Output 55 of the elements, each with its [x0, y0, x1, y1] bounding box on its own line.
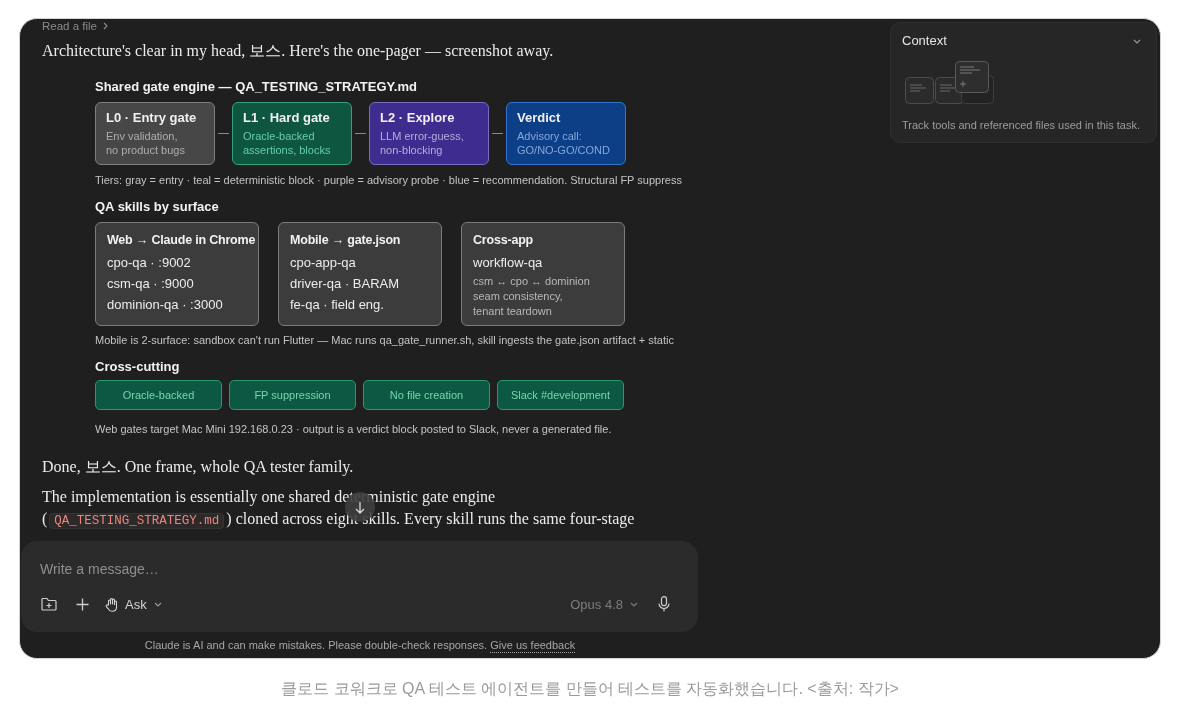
arrow-down-icon [355, 500, 365, 514]
skill-detail: seam consistency, [473, 288, 564, 304]
skill-name: cpo-qa · :9002 [107, 253, 192, 272]
skill-name: cpo-app-qa [290, 253, 357, 272]
section-title: Shared gate engine — QA_TESTING_STRATEGY.md [95, 78, 418, 95]
folder-plus-icon [41, 597, 57, 611]
stage-title: L1 · Hard gate [243, 109, 331, 126]
model-button[interactable]: Opus 4.8 [570, 590, 638, 618]
feature-tag: No file creation [363, 379, 490, 410]
section-note: Tiers: gray = entry · teal = deterministic block · purple = advisory probe · blue = recommendation. Structural FP suppress [95, 172, 683, 187]
message-text: Done, 보스. One frame, whole QA tester family. [42, 456, 354, 477]
section-note: Mobile is 2-surface: sandbox can't run Flutter — Mac runs qa_gate_runner.sh, skill ingests the gate.json artifact + static [95, 332, 675, 347]
chevron-right-icon [103, 22, 108, 30]
card-title: Mobile → gate.json [290, 231, 401, 248]
chevron-down-icon [153, 601, 162, 607]
skill-name: dominion-qa · :3000 [107, 295, 224, 314]
feature-tag: Oracle-backed [95, 379, 222, 410]
stage-detail: Oracle-backed assertions, blocks [243, 128, 332, 157]
section-title: Cross-cutting [95, 358, 181, 375]
section-note: Web gates target Mac Mini 192.168.0.23 · output is a verdict block posted to Slack, never a generated file. [95, 421, 613, 436]
panel-description: Track tools and referenced files used in this task. [902, 118, 1142, 132]
hand-icon [105, 596, 119, 612]
skill-name: fe-qa · field eng. [290, 295, 385, 314]
plus-icon [75, 597, 89, 611]
connector-line [492, 132, 503, 134]
stage-title: Verdict [517, 109, 562, 126]
skill-name: workflow-qa [473, 253, 544, 272]
card-title: Web → Claude in Chrome [107, 231, 256, 248]
card-title: Cross-app [473, 231, 534, 248]
feature-tag: FP suppression [229, 379, 356, 410]
chevron-down-icon [630, 601, 638, 607]
stage-detail: Advisory call: GO/NO-GO/COND [517, 128, 611, 157]
feature-tag: Slack #development [497, 379, 624, 410]
skill-detail: csm ↔ cpo ↔ dominion [473, 273, 591, 289]
skill-name: csm-qa · :9000 [107, 274, 195, 293]
microphone-icon [658, 596, 670, 612]
skill-detail: tenant teardown [473, 303, 553, 319]
feedback-link[interactable]: Give us feedback [490, 639, 576, 651]
panel-title: Context [902, 33, 947, 49]
image-caption: 클로드 코워크로 QA 테스트 에이전트를 만들어 테스트를 자동화했습니다. <출처: 작가> [280, 679, 900, 699]
tool-use-button[interactable]: Read a file [42, 19, 108, 33]
mode-button[interactable]: Ask [105, 590, 162, 618]
disclaimer-text: Claude is AI and can make mistakes. Please double-check responses. Give us feedback [144, 639, 576, 651]
message-input[interactable]: Write a message… [39, 560, 680, 578]
chevron-down-icon [1133, 38, 1141, 44]
stage-detail: Env validation, no product bugs [106, 128, 186, 157]
message-text: Architecture's clear in my head, 보스. Here's the one-pager — screenshot away. [42, 41, 554, 62]
connector-line [218, 132, 229, 134]
skill-name: driver-qa · BARAM [290, 274, 401, 293]
stacked-files-icon [905, 61, 994, 104]
stage-detail: LLM error-guess, non-blocking [380, 128, 465, 157]
section-title: QA skills by surface [95, 198, 220, 215]
connector-line [355, 132, 366, 134]
stage-title: L0 · Entry gate [106, 109, 198, 126]
stage-title: L2 · Explore [380, 109, 456, 126]
